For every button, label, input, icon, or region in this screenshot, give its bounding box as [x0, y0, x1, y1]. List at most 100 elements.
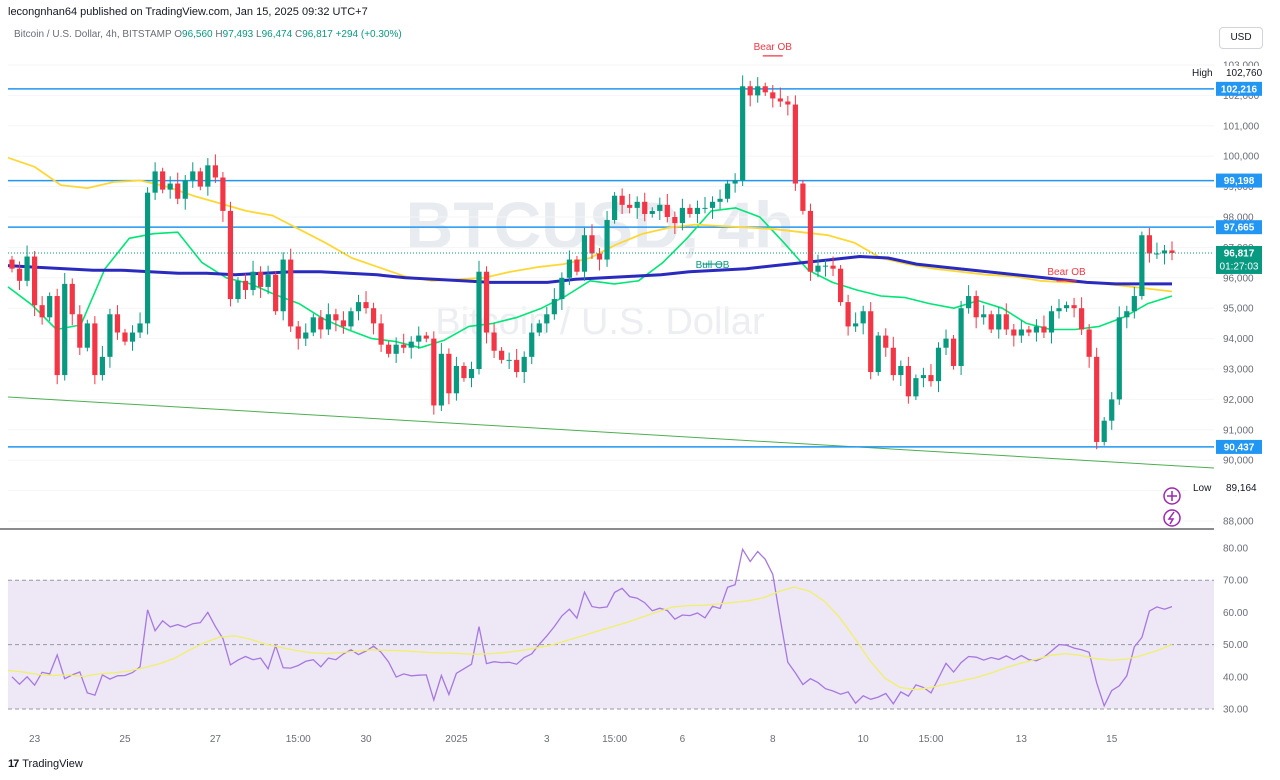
candle[interactable]	[755, 86, 761, 96]
candle[interactable]	[981, 314, 987, 318]
candle[interactable]	[1094, 356, 1100, 442]
candle[interactable]	[709, 201, 716, 208]
candle[interactable]	[144, 192, 151, 324]
candle[interactable]	[303, 332, 309, 339]
candle[interactable]	[401, 344, 407, 348]
candle[interactable]	[943, 338, 949, 348]
candle[interactable]	[574, 259, 580, 272]
candle[interactable]	[190, 171, 196, 181]
candle[interactable]	[1109, 399, 1115, 421]
candle[interactable]	[642, 201, 648, 214]
candle[interactable]	[536, 323, 542, 333]
candle[interactable]	[770, 92, 776, 99]
candle[interactable]	[129, 332, 136, 342]
candle[interactable]	[566, 259, 573, 278]
candle[interactable]	[589, 235, 595, 254]
candle[interactable]	[363, 302, 369, 309]
candle[interactable]	[920, 375, 927, 379]
candle[interactable]	[295, 326, 301, 339]
candle[interactable]	[1041, 326, 1047, 333]
candle[interactable]	[913, 378, 919, 397]
candle[interactable]	[288, 259, 294, 327]
candle[interactable]	[649, 210, 655, 214]
candle[interactable]	[1056, 308, 1062, 312]
candle[interactable]	[107, 314, 113, 357]
candle[interactable]	[702, 207, 708, 209]
candle[interactable]	[416, 335, 422, 342]
candle[interactable]	[77, 314, 83, 348]
candle[interactable]	[54, 296, 60, 376]
candle[interactable]	[423, 335, 429, 339]
candle[interactable]	[581, 235, 588, 272]
candle[interactable]	[99, 356, 105, 376]
candle[interactable]	[732, 180, 738, 184]
candle[interactable]	[672, 217, 678, 224]
candle[interactable]	[619, 195, 625, 205]
candle[interactable]	[664, 204, 670, 217]
candle[interactable]	[227, 210, 234, 300]
candle[interactable]	[370, 308, 377, 324]
candle[interactable]	[431, 338, 437, 406]
candle[interactable]	[280, 259, 286, 312]
candle[interactable]	[438, 353, 444, 406]
candle[interactable]	[868, 311, 874, 373]
candle[interactable]	[250, 271, 256, 290]
candle[interactable]	[627, 204, 633, 208]
candle[interactable]	[468, 369, 475, 379]
candle[interactable]	[242, 280, 249, 290]
candle[interactable]	[966, 296, 972, 309]
candle[interactable]	[687, 207, 693, 214]
candle[interactable]	[205, 165, 211, 187]
candle[interactable]	[996, 314, 1002, 330]
candle[interactable]	[1146, 235, 1153, 254]
candle[interactable]	[1131, 296, 1137, 312]
candle[interactable]	[1011, 329, 1017, 336]
candle[interactable]	[521, 356, 527, 373]
candle[interactable]	[1071, 305, 1077, 309]
candle[interactable]	[596, 253, 603, 260]
candle[interactable]	[785, 101, 791, 105]
candle[interactable]	[137, 323, 143, 333]
candle[interactable]	[883, 335, 889, 348]
candle[interactable]	[860, 311, 866, 324]
candle[interactable]	[950, 338, 957, 366]
candle[interactable]	[197, 171, 203, 187]
candle[interactable]	[506, 359, 512, 361]
candle[interactable]	[476, 271, 482, 369]
candle[interactable]	[717, 198, 723, 202]
candle[interactable]	[491, 332, 497, 351]
candle[interactable]	[1124, 311, 1130, 318]
candle[interactable]	[175, 183, 181, 199]
candle[interactable]	[393, 344, 399, 354]
candle[interactable]	[24, 256, 30, 281]
candle[interactable]	[1003, 314, 1009, 330]
candle[interactable]	[16, 268, 23, 281]
candle[interactable]	[340, 320, 347, 327]
candle[interactable]	[446, 353, 452, 394]
candle[interactable]	[1139, 235, 1145, 297]
candle[interactable]	[740, 86, 746, 181]
candle[interactable]	[830, 265, 836, 269]
candle[interactable]	[318, 317, 324, 330]
candle[interactable]	[905, 365, 911, 397]
candle[interactable]	[800, 183, 806, 211]
candle[interactable]	[679, 207, 685, 224]
candle[interactable]	[9, 259, 15, 269]
candle[interactable]	[114, 314, 121, 333]
candle[interactable]	[792, 104, 798, 184]
candle[interactable]	[611, 195, 618, 221]
candle[interactable]	[92, 323, 98, 376]
candle[interactable]	[1033, 326, 1040, 333]
candle[interactable]	[160, 171, 166, 190]
candle[interactable]	[235, 280, 241, 300]
tradingview-logo[interactable]: 17 TradingView	[8, 758, 83, 770]
candle[interactable]	[386, 344, 392, 354]
candle[interactable]	[529, 332, 535, 357]
candle[interactable]	[220, 177, 226, 211]
candle[interactable]	[747, 86, 753, 96]
candle[interactable]	[1079, 308, 1085, 330]
candle[interactable]	[408, 341, 414, 348]
candle[interactable]	[348, 311, 354, 327]
candle[interactable]	[310, 317, 316, 333]
candle[interactable]	[31, 256, 38, 306]
